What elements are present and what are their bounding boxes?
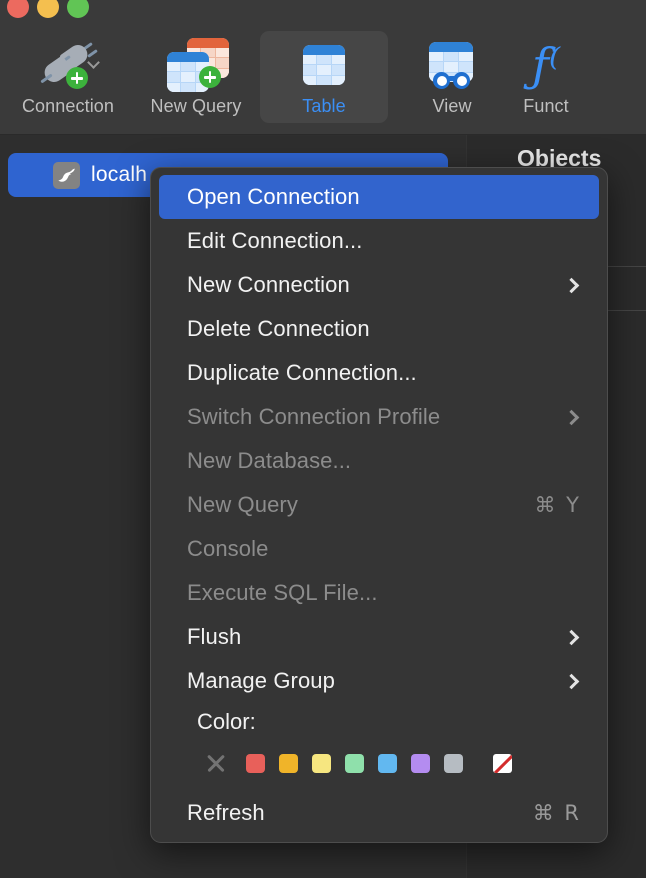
menu-item-label: Duplicate Connection... [187, 360, 417, 385]
glasses-icon [431, 70, 475, 90]
add-badge-icon [199, 66, 221, 88]
function-icon: ƒ⁽ [531, 38, 561, 92]
chevron-right-icon [563, 277, 580, 293]
menu-item-label: Switch Connection Profile [187, 404, 441, 429]
menu-item-new-query: New Query ⌘ Y [159, 483, 599, 527]
color-swatch-green[interactable] [345, 753, 364, 773]
color-swatch-row [159, 741, 599, 785]
connection-name-label: localh [91, 163, 148, 186]
menu-item-delete-connection[interactable]: Delete Connection [159, 307, 599, 351]
table-icon [303, 36, 345, 94]
color-swatch-custom[interactable] [493, 753, 512, 773]
menu-item-label: Open Connection [187, 184, 360, 209]
toolbar-label-function: Funct [523, 96, 569, 116]
window-controls [7, 0, 89, 18]
menu-item-console: Console [159, 527, 599, 571]
app-window: Connection New Query Table View ƒ⁽ Funct… [0, 0, 646, 878]
color-swatch-no-color[interactable] [205, 752, 227, 774]
toolbar-label-connection: Connection [21, 96, 115, 116]
chevron-right-icon [563, 629, 580, 645]
connection-context-menu: Open Connection Edit Connection... New C… [150, 167, 608, 843]
menu-item-label: Console [187, 536, 269, 561]
menu-item-flush[interactable]: Flush [159, 615, 599, 659]
menu-item-label: Delete Connection [187, 316, 370, 341]
menu-item-edit-connection[interactable]: Edit Connection... [159, 219, 599, 263]
menu-item-label: New Connection [187, 272, 350, 297]
color-swatch-gray[interactable] [444, 753, 463, 773]
toolbar-label-table: Table [302, 96, 346, 116]
menu-item-label: Refresh [187, 800, 265, 825]
connection-plug-icon [40, 36, 100, 94]
menu-item-shortcut: ⌘ R [532, 801, 581, 825]
zoom-window-button[interactable] [67, 0, 89, 18]
menu-item-label: Edit Connection... [187, 228, 363, 253]
toolbar-item-connection[interactable]: Connection [4, 31, 132, 123]
color-swatch-blue[interactable] [378, 753, 397, 773]
menu-item-label: Manage Group [187, 668, 335, 693]
toolbar-label-new-query: New Query [150, 96, 242, 116]
toolbar-label-view: View [432, 96, 472, 116]
menu-item-new-connection[interactable]: New Connection [159, 263, 599, 307]
menu-item-switch-connection-profile: Switch Connection Profile [159, 395, 599, 439]
menu-item-label: Execute SQL File... [187, 580, 378, 605]
minimize-window-button[interactable] [37, 0, 59, 18]
toolbar-item-table[interactable]: Table [260, 31, 388, 123]
chevron-right-icon [563, 673, 580, 689]
mariadb-seal-icon [53, 161, 80, 189]
color-section-label: Color: [197, 709, 256, 734]
menu-item-execute-sql-file: Execute SQL File... [159, 571, 599, 615]
menu-item-duplicate-connection[interactable]: Duplicate Connection... [159, 351, 599, 395]
close-window-button[interactable] [7, 0, 29, 18]
menu-item-label: Flush [187, 624, 242, 649]
menu-item-refresh[interactable]: Refresh ⌘ R [159, 791, 599, 835]
color-swatch-red[interactable] [246, 753, 265, 773]
color-swatch-orange[interactable] [279, 753, 298, 773]
toolbar-item-new-query[interactable]: New Query [132, 31, 260, 123]
toolbar-item-view[interactable]: View [388, 31, 516, 123]
color-swatch-yellow[interactable] [312, 753, 331, 773]
color-swatch-purple[interactable] [411, 753, 430, 773]
menu-item-manage-group[interactable]: Manage Group [159, 659, 599, 703]
main-toolbar: Connection New Query Table View ƒ⁽ Funct [0, 28, 646, 135]
new-query-icon [165, 36, 229, 94]
view-icon [429, 36, 475, 94]
menu-item-label: New Database... [187, 448, 352, 473]
chevron-right-icon [563, 409, 580, 425]
toolbar-item-function[interactable]: ƒ⁽ Funct [516, 31, 576, 123]
menu-item-open-connection[interactable]: Open Connection [159, 175, 599, 219]
menu-item-shortcut: ⌘ Y [534, 493, 581, 517]
menu-item-new-database: New Database... [159, 439, 599, 483]
title-bar [0, 0, 646, 28]
menu-item-label: New Query [187, 492, 298, 517]
add-badge-icon [66, 67, 88, 89]
